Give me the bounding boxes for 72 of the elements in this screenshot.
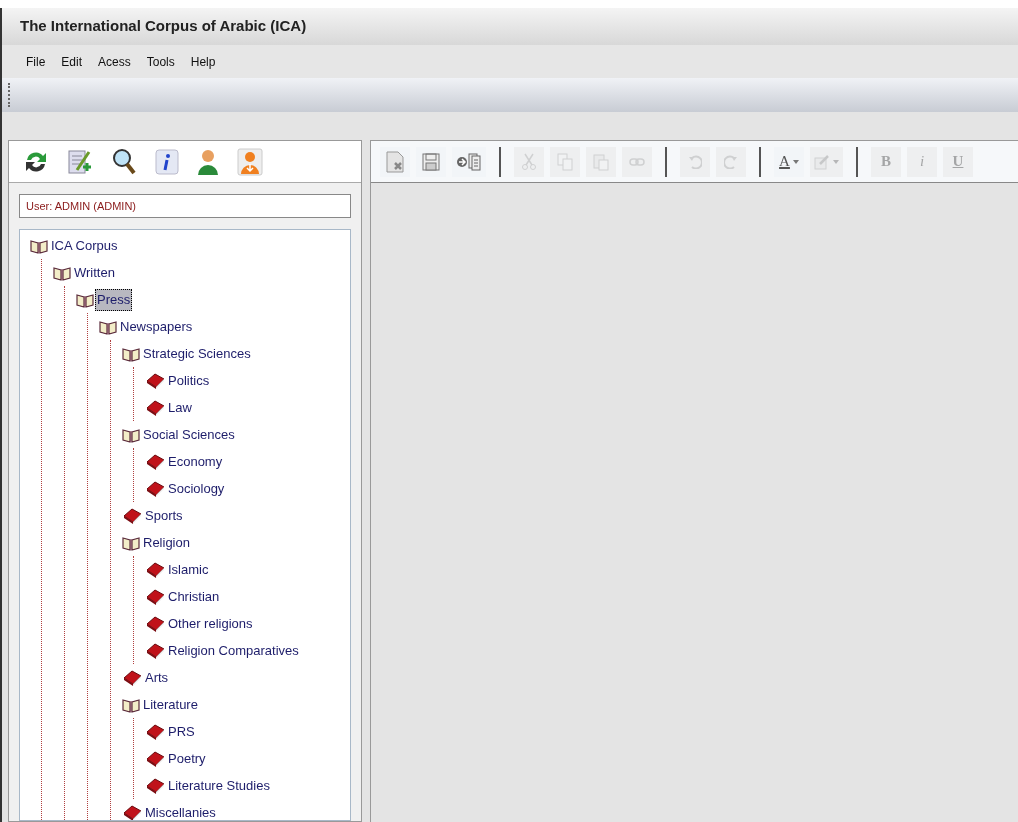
- closed-book-icon: [145, 588, 165, 605]
- menu-item[interactable]: Help: [190, 52, 216, 71]
- save-icon: [422, 152, 440, 171]
- closed-book-icon: [122, 669, 142, 686]
- open-book-icon: [122, 345, 140, 362]
- closed-book-icon: [145, 453, 165, 470]
- closed-book-icon: [145, 372, 165, 389]
- undo-icon: [688, 154, 702, 169]
- caret-icon: [792, 159, 799, 164]
- paste-icon: [593, 152, 609, 171]
- tree-item[interactable]: Newspapers: [118, 315, 195, 338]
- caret-icon: [833, 159, 839, 164]
- user-icon[interactable]: [197, 147, 219, 176]
- user-download-icon[interactable]: [237, 147, 263, 176]
- open-book-icon: [76, 291, 94, 308]
- menu-item[interactable]: Acess: [98, 52, 131, 71]
- open-book-icon: [53, 264, 71, 281]
- redo-icon: [724, 154, 738, 169]
- open-book-icon: [122, 426, 140, 443]
- menu-item[interactable]: Tools: [146, 52, 175, 71]
- tree-item[interactable]: Law: [166, 396, 194, 419]
- open-book-icon: [122, 696, 140, 713]
- tree-item[interactable]: Strategic Sciences: [141, 342, 253, 365]
- menu-item[interactable]: File: [26, 52, 46, 71]
- window-title: The International Corpus of Arabic (ICA): [20, 16, 307, 37]
- tree-item[interactable]: Religion Comparatives: [166, 639, 301, 662]
- tree-item[interactable]: Written: [72, 261, 117, 284]
- delete-doc-button[interactable]: [380, 146, 410, 177]
- tree-item[interactable]: Economy: [166, 450, 225, 473]
- tree-item[interactable]: Social Sciences: [141, 423, 237, 446]
- closed-book-icon: [145, 561, 165, 578]
- tree-item[interactable]: Miscellanies: [143, 801, 218, 820]
- open-book-icon: [99, 318, 117, 335]
- edit-document-icon[interactable]: [67, 147, 93, 176]
- tree-item[interactable]: Literature: [141, 693, 200, 716]
- tree-item[interactable]: Politics: [166, 369, 212, 392]
- info-icon[interactable]: [155, 148, 179, 175]
- search-icon[interactable]: [111, 147, 137, 176]
- save-button[interactable]: [416, 146, 446, 177]
- font-color-button[interactable]: A: [774, 146, 804, 177]
- closed-book-icon: [145, 399, 165, 416]
- export-documents-icon: [456, 151, 482, 172]
- tree-item[interactable]: Poetry: [166, 747, 208, 770]
- document-delete-icon: [386, 150, 404, 173]
- menu-item[interactable]: Edit: [61, 52, 83, 71]
- tree-item[interactable]: Islamic: [166, 558, 211, 581]
- closed-book-icon: [145, 480, 165, 497]
- tree-item[interactable]: Sociology: [166, 477, 227, 500]
- closed-book-icon: [145, 723, 165, 740]
- tree-item[interactable]: Religion: [141, 531, 192, 554]
- user-field[interactable]: User: ADMIN (ADMIN): [19, 194, 351, 218]
- tree-item[interactable]: ICA Corpus: [49, 234, 120, 257]
- highlighter-icon: [814, 153, 830, 170]
- tree-item[interactable]: Literature Studies: [166, 774, 272, 797]
- tree-item[interactable]: Arts: [143, 666, 171, 689]
- tree-item[interactable]: Sports: [143, 504, 185, 527]
- tree-item[interactable]: Christian: [166, 585, 222, 608]
- closed-book-icon: [145, 615, 165, 632]
- scissors-icon: [522, 152, 536, 171]
- closed-book-icon: [145, 750, 165, 767]
- tree-item[interactable]: Other religions: [166, 612, 255, 635]
- copy-icon: [557, 152, 573, 171]
- grip-handle[interactable]: [8, 83, 10, 107]
- open-book-icon: [122, 534, 140, 551]
- link-icon: [629, 156, 645, 167]
- closed-book-icon: [145, 777, 165, 794]
- tree-item[interactable]: Press: [95, 288, 133, 311]
- closed-book-icon: [122, 507, 142, 524]
- closed-book-icon: [145, 642, 165, 659]
- open-book-icon: [30, 237, 48, 254]
- tree-item[interactable]: PRS: [166, 720, 197, 743]
- export-button[interactable]: [452, 146, 486, 177]
